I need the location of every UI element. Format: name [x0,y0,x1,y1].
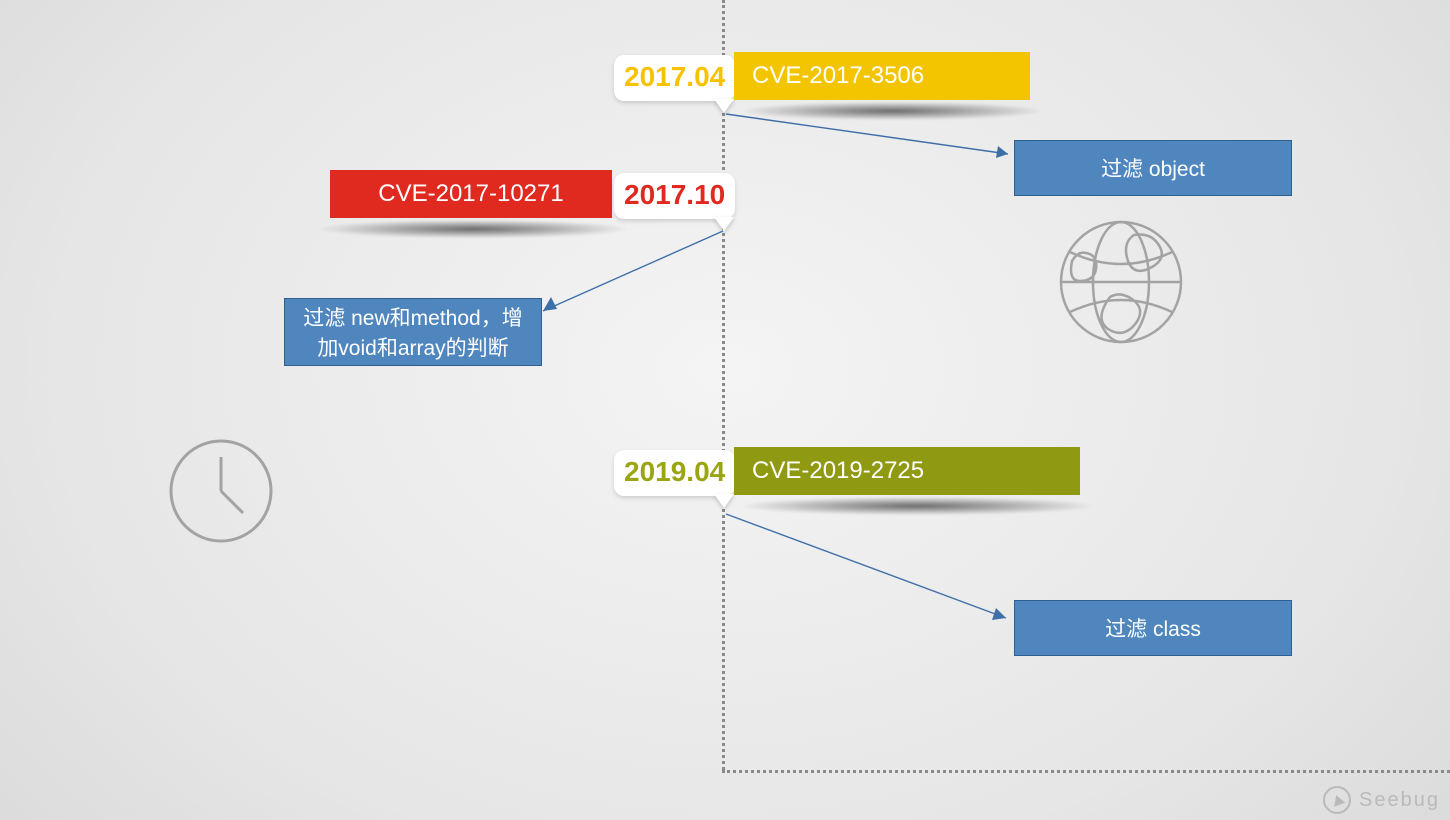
clock-icon [167,437,275,545]
watermark: Seebug [1323,786,1440,814]
cve-2017-3506-bar: CVE-2017-3506 [734,52,1030,100]
pointer-icon [714,494,734,508]
arrow-2017-10-to-newmethod [525,225,735,325]
cve-label: CVE-2017-10271 [378,180,563,207]
note-text: 过滤 object [1101,153,1205,183]
seebug-logo-icon [1323,786,1351,814]
cve-label: CVE-2019-2725 [752,457,924,484]
date-2017-10: 2017.10 [614,173,735,219]
note-filter-class: 过滤 class [1014,600,1292,656]
date-text: 2019.04 [624,456,725,487]
note-filter-new-method: 过滤 new和method，增加void和array的判断 [284,298,542,366]
arrow-2019-04-to-class [720,508,1030,638]
date-text: 2017.04 [624,61,725,92]
arrow-2017-04-to-object [720,108,1030,178]
note-text: 过滤 class [1105,613,1201,643]
watermark-text: Seebug [1359,789,1440,812]
cve-2019-2725-bar: CVE-2019-2725 [734,447,1080,495]
globe-icon [1056,217,1186,347]
note-filter-object: 过滤 object [1014,140,1292,196]
date-text: 2017.10 [624,179,725,210]
cve-label: CVE-2017-3506 [752,62,924,89]
date-2017-04: 2017.04 [614,55,735,101]
note-text: 过滤 new和method，增加void和array的判断 [293,302,533,362]
timeline-axis-horizontal [722,770,1450,773]
diagram-stage: 2017.04 CVE-2017-3506 过滤 object CVE-2017… [0,0,1450,820]
date-2019-04: 2019.04 [614,450,735,496]
cve-2017-10271-bar: CVE-2017-10271 [330,170,612,218]
